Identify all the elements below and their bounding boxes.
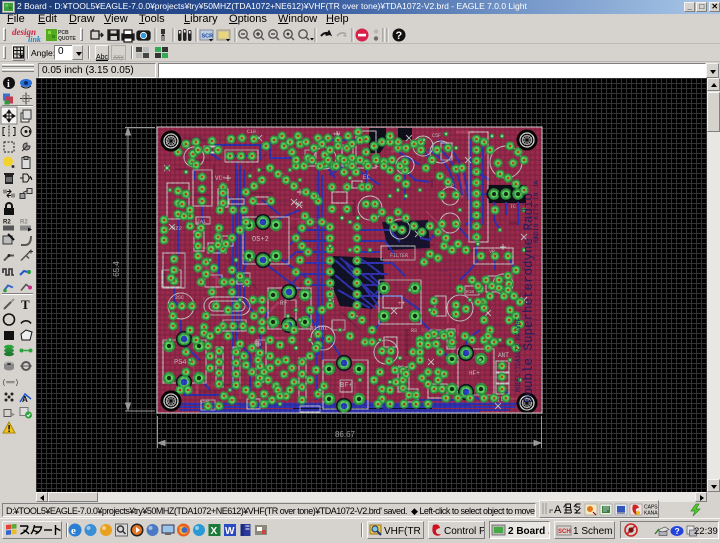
svg-text:e: e xyxy=(71,525,76,537)
svg-text:A: A xyxy=(22,395,28,404)
svg-text:86.67: 86.67 xyxy=(335,430,356,439)
svg-text:?: ? xyxy=(675,526,680,536)
svg-text:R+: R+ xyxy=(280,300,288,307)
svg-text:R2: R2 xyxy=(20,220,28,226)
svg-text:2 Board ...: 2 Board ... xyxy=(508,526,550,537)
svg-text:65.4: 65.4 xyxy=(112,261,121,277)
svg-text:QUOTE: QUOTE xyxy=(58,36,76,42)
svg-text:(══): (══) xyxy=(2,380,19,388)
svg-text:i: i xyxy=(7,79,10,90)
svg-text:R2: R2 xyxy=(3,220,11,226)
svg-text:22:39: 22:39 xyxy=(694,526,718,537)
svg-text:T: T xyxy=(21,297,30,312)
svg-text:X: X xyxy=(211,526,218,537)
svg-text:++: ++ xyxy=(398,300,406,307)
svg-text:Control Pa...: Control Pa... xyxy=(444,526,485,537)
svg-text:W: W xyxy=(225,526,235,537)
svg-text:BF+: BF+ xyxy=(340,382,353,390)
svg-text:KANA: KANA xyxy=(644,511,658,517)
svg-text:SCR: SCR xyxy=(202,34,214,40)
svg-text:SCH: SCH xyxy=(558,529,571,535)
svg-text:R8: R8 xyxy=(411,328,417,334)
svg-text:A: A xyxy=(554,504,562,516)
svg-text:?: ? xyxy=(396,30,403,42)
svg-text:1 Schemat...: 1 Schemat... xyxy=(573,526,613,537)
svg-text:VHF(TR o...: VHF(TR o... xyxy=(384,526,423,537)
